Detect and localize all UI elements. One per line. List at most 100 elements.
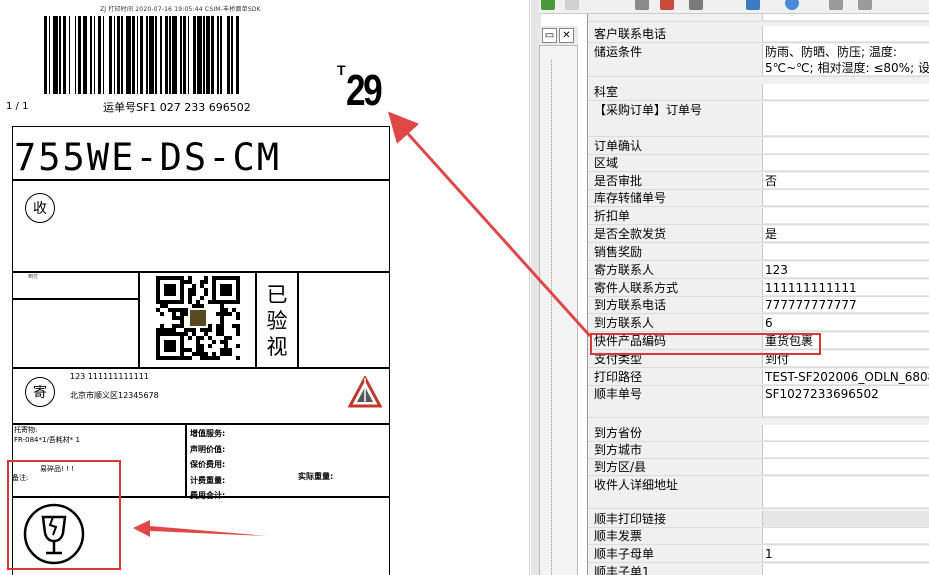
field-value[interactable] xyxy=(762,190,929,206)
field-label: 到方省份 xyxy=(594,426,643,440)
toolbar-icon[interactable] xyxy=(746,0,760,10)
grid-row[interactable]: 到方联系电话 777777777777 xyxy=(588,297,929,314)
field-value[interactable]: 6 xyxy=(762,315,929,331)
goods-line: FR-084*1/吾耗材* 1 xyxy=(14,436,80,444)
info-icon[interactable] xyxy=(785,0,799,10)
divider xyxy=(12,298,139,300)
svc-line: 增值服务: xyxy=(190,429,226,438)
field-value[interactable] xyxy=(762,459,929,475)
route-code: 755WE-DS-CM xyxy=(14,136,282,179)
t-mark: T xyxy=(337,62,346,78)
grid-row[interactable]: 顺丰子母单 1 xyxy=(588,546,929,563)
grid-row[interactable]: 折扣单 xyxy=(588,208,929,225)
grid-row[interactable]: 销售奖励 xyxy=(588,244,929,261)
field-value[interactable]: 123 xyxy=(762,262,929,278)
field-value[interactable] xyxy=(762,102,929,136)
service-fields: 增值服务: 声明价值: 保价费用: 计费重量: 费用合计: xyxy=(190,426,225,504)
field-value[interactable]: 111111111111 xyxy=(762,280,929,296)
print-info: ZJ 打印时间 2020-07-16 19:05:44 CSIM-丰桥面单SDK xyxy=(100,6,261,13)
waybill-barcode xyxy=(44,16,338,94)
grid-row[interactable]: 库存转储单号 xyxy=(588,190,929,207)
field-label: 科室 xyxy=(594,85,619,99)
field-label: 库存转储单号 xyxy=(594,191,667,205)
svc-line: 保价费用: xyxy=(190,460,226,469)
field-value[interactable] xyxy=(762,425,929,441)
field-label: 销售奖励 xyxy=(594,245,643,259)
field-value[interactable] xyxy=(762,564,929,575)
field-value[interactable] xyxy=(762,511,929,527)
grid-row[interactable]: 顺丰单号 SF1027233696502 xyxy=(588,386,929,418)
field-value[interactable]: TEST-SF202006_ODLN_68082 xyxy=(762,369,929,385)
field-value[interactable]: 否 xyxy=(762,173,929,189)
toolbar-icon[interactable] xyxy=(829,0,843,10)
field-value[interactable]: 777777777777 xyxy=(762,297,929,313)
grid-row[interactable]: 到方联系人 6 xyxy=(588,315,929,332)
grid-row[interactable]: 寄件人联系方式 111111111111 xyxy=(588,280,929,297)
field-label: 订单确认 xyxy=(594,139,643,153)
grid-row[interactable]: 客户联系电话 xyxy=(588,26,929,43)
scroll-guide xyxy=(551,60,556,575)
field-value[interactable] xyxy=(762,84,929,100)
field-label: 折扣单 xyxy=(594,209,631,223)
field-label: 顺丰子母单 xyxy=(594,547,655,561)
field-value[interactable] xyxy=(762,244,929,260)
divider xyxy=(138,271,140,369)
receive-mark: 收 xyxy=(25,193,55,223)
field-value[interactable] xyxy=(762,442,929,458)
grid-row[interactable]: 顺丰打印链接 xyxy=(588,511,929,528)
grid-row[interactable]: 打印路径 TEST-SF202006_ODLN_68082 xyxy=(588,369,929,386)
field-label: 寄件人联系方式 xyxy=(594,281,679,295)
grid-row[interactable]: 顺丰子单1 xyxy=(588,564,929,575)
receiver-area xyxy=(12,179,390,273)
sender-address: 北京市顺义区12345678 xyxy=(70,391,159,400)
field-value[interactable] xyxy=(762,477,929,508)
toolbar-icon[interactable] xyxy=(858,0,872,10)
toolbar-icon[interactable] xyxy=(689,0,703,10)
field-value[interactable] xyxy=(762,138,929,154)
grid-row[interactable]: 收件人详细地址 xyxy=(588,477,929,509)
divider xyxy=(255,271,257,369)
grid-row[interactable]: 是否全款发货 是 xyxy=(588,226,929,243)
field-value[interactable]: SF1027233696502 xyxy=(762,386,929,417)
field-label: 区域 xyxy=(594,156,619,170)
divider xyxy=(297,271,299,369)
qr-logo-icon xyxy=(188,308,208,328)
shipping-label-preview: ZJ 打印时间 2020-07-16 19:05:44 CSIM-丰桥面单SDK… xyxy=(0,0,530,575)
field-value[interactable] xyxy=(762,26,929,42)
field-value[interactable] xyxy=(762,14,929,21)
divider xyxy=(185,423,187,498)
grid-row[interactable]: 是否审批 否 xyxy=(588,173,929,190)
grid-row[interactable]: 区域 xyxy=(588,155,929,172)
grid-row[interactable]: 寄方联系人 123 xyxy=(588,262,929,279)
send-mark: 寄 xyxy=(25,377,55,407)
svc-line: 计费重量: xyxy=(190,475,226,485)
zone-number: 29 xyxy=(346,66,383,115)
grid-row[interactable] xyxy=(588,14,929,22)
field-label: 是否全款发货 xyxy=(594,227,667,241)
toolbar-icon[interactable] xyxy=(660,0,674,10)
grid-row[interactable]: 到方区/县 xyxy=(588,459,929,476)
grid-row[interactable]: 【采购订单】订单号 xyxy=(588,102,929,137)
field-value[interactable]: 防雨、防晒、防压; 温度: 5℃~℃; 相对湿度: ≤80%; 设备大 xyxy=(762,44,929,76)
field-value[interactable] xyxy=(762,155,929,171)
toolbar-icon[interactable] xyxy=(541,0,555,10)
grid-row[interactable]: 到方省份 xyxy=(588,425,929,442)
toolbar-icon[interactable] xyxy=(565,0,579,10)
highlight-box xyxy=(7,460,121,570)
grid-row[interactable]: 订单确认 xyxy=(588,138,929,155)
field-label: 到方联系人 xyxy=(594,316,655,330)
property-grid: 客户联系电话 储运条件 防雨、防晒、防压; 温度: 5℃~℃; 相对湿度: ≤80%… xyxy=(587,14,929,575)
close-icon[interactable]: ✕ xyxy=(559,28,574,43)
grid-row[interactable]: 顺丰发票 xyxy=(588,528,929,545)
field-label: 顺丰发票 xyxy=(594,529,643,543)
field-value[interactable]: 是 xyxy=(762,226,929,242)
field-value[interactable]: 1 xyxy=(762,546,929,562)
restore-icon[interactable]: ▭ xyxy=(542,28,557,43)
grid-row[interactable]: 到方城市 xyxy=(588,442,929,459)
highlight-box xyxy=(590,333,821,355)
grid-row[interactable]: 储运条件 防雨、防晒、防压; 温度: 5℃~℃; 相对湿度: ≤80%; 设备大 xyxy=(588,44,929,77)
field-value[interactable] xyxy=(762,208,929,224)
grid-row[interactable]: 科室 xyxy=(588,84,929,101)
toolbar-icon[interactable] xyxy=(635,0,649,10)
field-value[interactable] xyxy=(762,528,929,544)
